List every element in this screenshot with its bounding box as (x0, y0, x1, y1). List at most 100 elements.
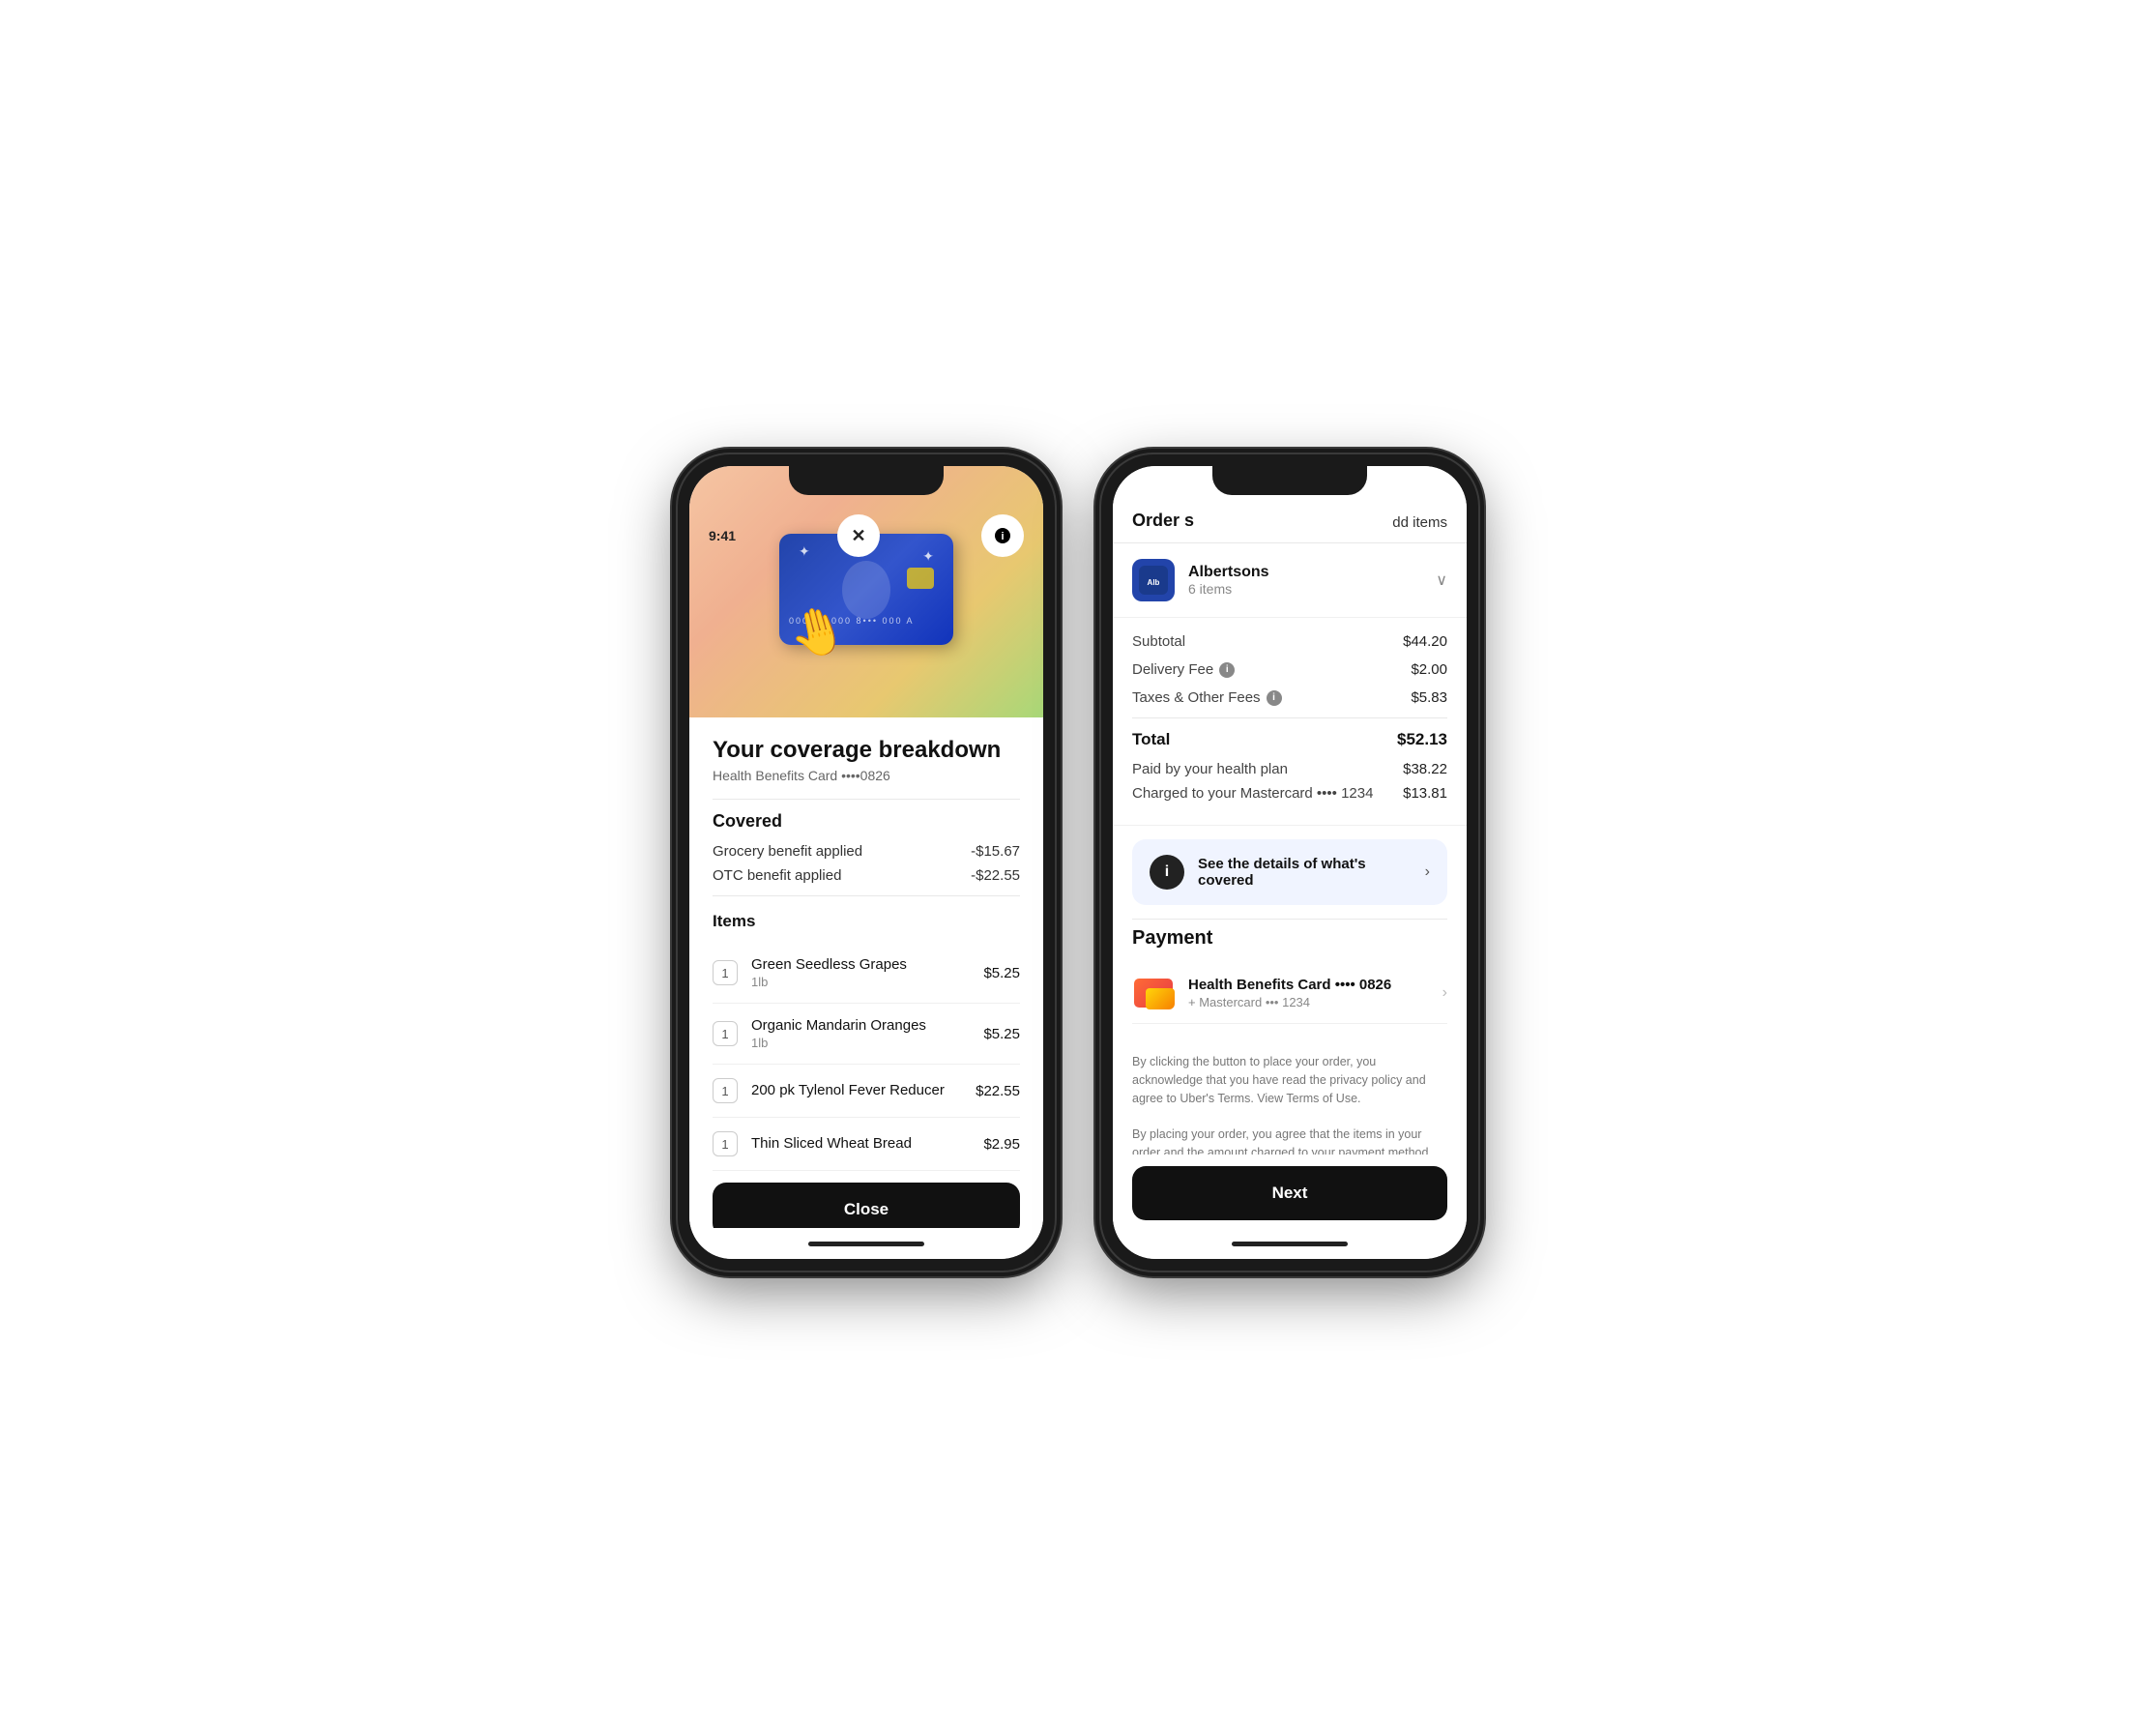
items-section-title: Items (713, 912, 1020, 931)
covered-info-icon: i (1150, 855, 1184, 890)
merchant-items: 6 items (1188, 581, 1436, 597)
grocery-label: Grocery benefit applied (713, 843, 862, 860)
benefit-row-otc: OTC benefit applied -$22.55 (713, 867, 1020, 884)
home-bar (808, 1242, 924, 1246)
coverage-title: Your coverage breakdown (713, 737, 1020, 764)
item-name-2: 200 pk Tylenol Fever Reducer (751, 1082, 976, 1098)
item-qty-0: 1 (713, 960, 738, 985)
item-name-3: Thin Sliced Wheat Bread (751, 1135, 983, 1152)
taxes-value: $5.83 (1411, 689, 1447, 706)
payment-info: Health Benefits Card •••• 0826 + Masterc… (1188, 977, 1442, 1009)
info-icon: i (994, 527, 1011, 544)
phone-2-screen: Order s dd items Alb Albertsons 6 items (1113, 466, 1467, 1259)
merchant-chevron-icon[interactable]: ∨ (1436, 570, 1447, 590)
payment-icon-yellow (1146, 988, 1175, 1009)
covered-banner-chevron-icon: › (1425, 863, 1430, 881)
items-section: Items 1 Green Seedless Grapes 1lb $5.25 … (713, 912, 1020, 1171)
item-detail-0: 1lb (751, 975, 983, 989)
item-row-2: 1 200 pk Tylenol Fever Reducer $22.55 (713, 1065, 1020, 1118)
subtotal-label: Subtotal (1132, 633, 1185, 650)
item-info-0: Green Seedless Grapes 1lb (751, 956, 983, 989)
item-info-2: 200 pk Tylenol Fever Reducer (751, 1082, 976, 1100)
order-body[interactable]: Alb Albertsons 6 items ∨ Subtotal $44.20 (1113, 543, 1467, 1155)
item-row-0: 1 Green Seedless Grapes 1lb $5.25 (713, 943, 1020, 1004)
coverage-body: Your coverage breakdown Health Benefits … (689, 717, 1043, 1228)
covered-details-banner[interactable]: i See the details of what's covered › (1132, 839, 1447, 905)
phone-2: Order s dd items Alb Albertsons 6 items (1101, 454, 1478, 1271)
covered-section: Covered Grocery benefit applied -$15.67 … (713, 811, 1020, 884)
otc-value: -$22.55 (971, 867, 1020, 884)
payment-method-row[interactable]: Health Benefits Card •••• 0826 + Masterc… (1132, 963, 1447, 1024)
mastercard-value: $13.81 (1403, 785, 1447, 802)
home-indicator-2 (1113, 1228, 1467, 1259)
payment-method-sub: + Mastercard ••• 1234 (1188, 995, 1442, 1009)
covered-section-title: Covered (713, 811, 1020, 832)
item-price-2: $22.55 (976, 1083, 1020, 1099)
item-qty-1: 1 (713, 1021, 738, 1046)
albertsons-logo: Alb (1139, 566, 1168, 595)
info-button[interactable]: i (981, 514, 1024, 557)
payment-chevron-icon: › (1442, 984, 1447, 1002)
payment-title: Payment (1132, 927, 1447, 950)
card-chip (907, 568, 934, 589)
item-price-1: $5.25 (983, 1026, 1020, 1042)
delivery-info-icon[interactable]: i (1219, 662, 1235, 678)
close-button[interactable]: Close (713, 1183, 1020, 1228)
svg-text:i: i (1001, 531, 1004, 542)
order-details: Subtotal $44.20 Delivery Fee i $2.00 Tax… (1113, 618, 1467, 826)
next-button[interactable]: Next (1132, 1166, 1447, 1220)
next-btn-container: Next (1113, 1155, 1467, 1228)
nav-title: Order s (1132, 511, 1194, 531)
notch (789, 466, 944, 495)
item-info-1: Organic Mandarin Oranges 1lb (751, 1017, 983, 1050)
delivery-value: $2.00 (1411, 661, 1447, 678)
item-info-3: Thin Sliced Wheat Bread (751, 1135, 983, 1154)
divider-total (1132, 717, 1447, 718)
nav-link[interactable]: dd items (1392, 514, 1447, 531)
mastercard-label: Charged to your Mastercard •••• 1234 (1132, 785, 1373, 802)
divider-2 (713, 895, 1020, 896)
taxes-info-icon[interactable]: i (1267, 690, 1282, 706)
taxes-label: Taxes & Other Fees i (1132, 689, 1282, 706)
otc-label: OTC benefit applied (713, 867, 841, 884)
merchant-name: Albertsons (1188, 564, 1436, 581)
item-qty-3: 1 (713, 1131, 738, 1156)
delivery-label: Delivery Fee i (1132, 661, 1235, 678)
phone-1-screen: 9:41 ✕ i ✦ ✦ ✦ (689, 466, 1043, 1259)
total-label: Total (1132, 730, 1170, 749)
item-row-1: 1 Organic Mandarin Oranges 1lb $5.25 (713, 1004, 1020, 1065)
legal-text: By clicking the button to place your ord… (1113, 1039, 1467, 1155)
coverage-header: 9:41 ✕ i ✦ ✦ ✦ (689, 466, 1043, 717)
item-qty-2: 1 (713, 1078, 738, 1103)
benefit-row-grocery: Grocery benefit applied -$15.67 (713, 843, 1020, 860)
coverage-subtitle: Health Benefits Card ••••0826 (713, 768, 1020, 783)
mastercard-row: Charged to your Mastercard •••• 1234 $13… (1132, 785, 1447, 802)
item-name-0: Green Seedless Grapes (751, 956, 983, 973)
item-price-0: $5.25 (983, 965, 1020, 981)
status-time: 9:41 (709, 528, 736, 543)
close-x-button[interactable]: ✕ (837, 514, 880, 557)
payment-method-name: Health Benefits Card •••• 0826 (1188, 977, 1442, 993)
item-price-3: $2.95 (983, 1136, 1020, 1153)
phones-container: 9:41 ✕ i ✦ ✦ ✦ (678, 454, 1478, 1271)
grocery-value: -$15.67 (971, 843, 1020, 860)
taxes-row: Taxes & Other Fees i $5.83 (1132, 689, 1447, 706)
covered-banner-text: See the details of what's covered (1198, 856, 1412, 889)
merchant-row: Alb Albertsons 6 items ∨ (1113, 543, 1467, 618)
merchant-info: Albertsons 6 items (1188, 564, 1436, 597)
payment-card-icon (1132, 977, 1175, 1009)
health-plan-row: Paid by your health plan $38.22 (1132, 761, 1447, 777)
merchant-logo: Alb (1132, 559, 1175, 601)
home-indicator (689, 1228, 1043, 1259)
total-row: Total $52.13 (1132, 730, 1447, 749)
subtotal-value: $44.20 (1403, 633, 1447, 650)
item-row-3: 1 Thin Sliced Wheat Bread $2.95 (713, 1118, 1020, 1171)
subtotal-row: Subtotal $44.20 (1132, 633, 1447, 650)
health-plan-label: Paid by your health plan (1132, 761, 1288, 777)
phone-1: 9:41 ✕ i ✦ ✦ ✦ (678, 454, 1055, 1271)
item-detail-1: 1lb (751, 1036, 983, 1050)
notch-2 (1212, 466, 1367, 495)
legal-text-2: By placing your order, you agree that th… (1132, 1126, 1447, 1155)
total-value: $52.13 (1397, 730, 1447, 749)
delivery-row: Delivery Fee i $2.00 (1132, 661, 1447, 678)
